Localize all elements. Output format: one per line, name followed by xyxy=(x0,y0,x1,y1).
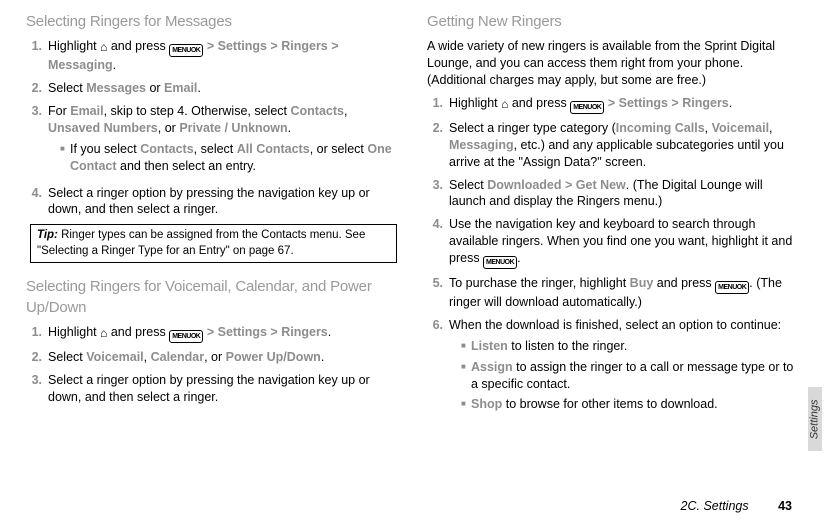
tip-box: Tip: Ringer types can be assigned from t… xyxy=(30,224,397,263)
side-tab-settings: Settings xyxy=(808,387,822,451)
new-step-3: 3. Select Downloaded > Get New. (The Dig… xyxy=(427,177,802,211)
msg-steps: 1. Highlight ⌂ and press MENUOK > Settin… xyxy=(26,38,401,218)
tip-text: Ringer types can be assigned from the Co… xyxy=(37,229,365,257)
bullet-icon: ■ xyxy=(461,396,471,413)
msg-step-1: 1. Highlight ⌂ and press MENUOK > Settin… xyxy=(26,38,401,74)
footer-section: 2C. Settings xyxy=(681,499,749,513)
sub-listen: ■ Listen to listen to the ringer. xyxy=(461,338,802,355)
sub-assign: ■ Assign to assign the ringer to a call … xyxy=(461,359,802,393)
footer-page-number: 43 xyxy=(778,499,792,513)
vm-step-2: 2. Select Voicemail, Calendar, or Power … xyxy=(26,349,401,366)
sub-shop: ■ Shop to browse for other items to down… xyxy=(461,396,802,413)
new-step-2: 2. Select a ringer type category (Incomi… xyxy=(427,120,802,171)
new-step-4: 4. Use the navigation key and keyboard t… xyxy=(427,216,802,269)
menu-ok-icon: MENUOK xyxy=(570,101,604,114)
side-tab-label: Settings xyxy=(808,399,823,439)
msg-step-2: 2. Select Messages or Email. xyxy=(26,80,401,97)
msg-step-3-sub: ■ If you select Contacts, select All Con… xyxy=(60,141,401,175)
page-content: Selecting Ringers for Messages 1. Highli… xyxy=(0,0,828,423)
heading-selecting-ringers-messages: Selecting Ringers for Messages xyxy=(26,12,401,32)
page-footer: 2C. Settings 43 xyxy=(681,498,792,515)
bullet-icon: ■ xyxy=(461,338,471,355)
vm-steps: 1. Highlight ⌂ and press MENUOK > Settin… xyxy=(26,324,401,406)
new-step-6: 6. When the download is finished, select… xyxy=(427,317,802,417)
menu-ok-icon: MENUOK xyxy=(169,330,203,343)
msg-step-4: 4. Select a ringer option by pressing th… xyxy=(26,185,401,219)
vm-step-3: 3. Select a ringer option by pressing th… xyxy=(26,372,401,406)
menu-ok-icon: MENUOK xyxy=(483,256,517,269)
tip-label: Tip: xyxy=(37,229,58,241)
vm-step-1: 1. Highlight ⌂ and press MENUOK > Settin… xyxy=(26,324,401,343)
msg-step-3: 3. For Email, skip to step 4. Otherwise,… xyxy=(26,103,401,179)
bullet-icon: ■ xyxy=(60,141,70,175)
menu-ok-icon: MENUOK xyxy=(169,44,203,57)
heading-getting-new-ringers: Getting New Ringers xyxy=(427,12,802,32)
left-column: Selecting Ringers for Messages 1. Highli… xyxy=(26,12,401,423)
right-column: Getting New Ringers A wide variety of ne… xyxy=(427,12,802,423)
new-step-1: 1. Highlight ⌂ and press MENUOK > Settin… xyxy=(427,95,802,114)
menu-ok-icon: MENUOK xyxy=(715,281,749,294)
bullet-icon: ■ xyxy=(461,359,471,393)
new-ringer-steps: 1. Highlight ⌂ and press MENUOK > Settin… xyxy=(427,95,802,417)
new-step-5: 5. To purchase the ringer, highlight Buy… xyxy=(427,275,802,311)
intro-paragraph: A wide variety of new ringers is availab… xyxy=(427,38,802,89)
heading-selecting-ringers-voicemail: Selecting Ringers for Voicemail, Calenda… xyxy=(26,277,401,318)
